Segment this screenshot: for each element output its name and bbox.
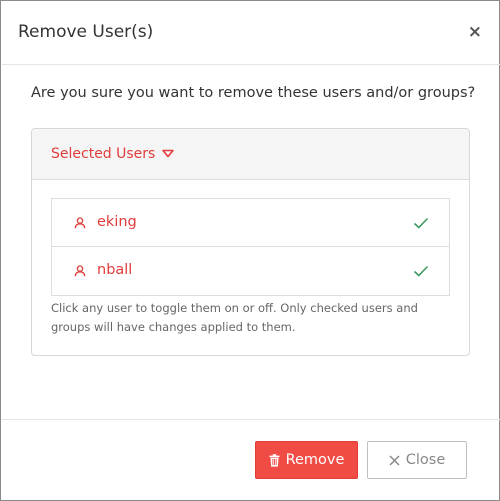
selected-users-panel: Selected Users eking nball Click any use… [31, 128, 470, 356]
user-icon [74, 265, 86, 277]
caret-down-icon [162, 149, 174, 158]
user-row-eking[interactable]: eking [52, 199, 449, 247]
selected-users-toggle[interactable]: Selected Users [32, 129, 469, 180]
close-icon[interactable]: × [468, 22, 482, 42]
trash-icon [269, 453, 280, 467]
check-icon [413, 217, 429, 229]
close-button-label: Close [405, 452, 446, 468]
remove-users-dialog: Remove User(s) × Are you sure you want t… [0, 0, 500, 501]
close-button[interactable]: Close [367, 441, 467, 479]
user-name: nball [97, 262, 133, 278]
user-list: eking nball [51, 198, 450, 296]
dialog-title: Remove User(s) [18, 22, 154, 42]
user-row-nball[interactable]: nball [52, 247, 449, 295]
selected-users-heading: Selected Users [51, 146, 156, 162]
confirmation-question: Are you sure you want to remove these us… [31, 85, 476, 101]
user-name: eking [97, 214, 137, 230]
x-icon [389, 454, 400, 466]
dialog-header: Remove User(s) × [2, 2, 500, 65]
remove-button-label: Remove [285, 452, 345, 468]
dialog-footer: Remove Close [2, 419, 500, 501]
check-icon [413, 265, 429, 277]
remove-button[interactable]: Remove [255, 441, 358, 479]
user-icon [74, 217, 86, 229]
help-text: Click any user to toggle them on or off.… [51, 301, 418, 334]
